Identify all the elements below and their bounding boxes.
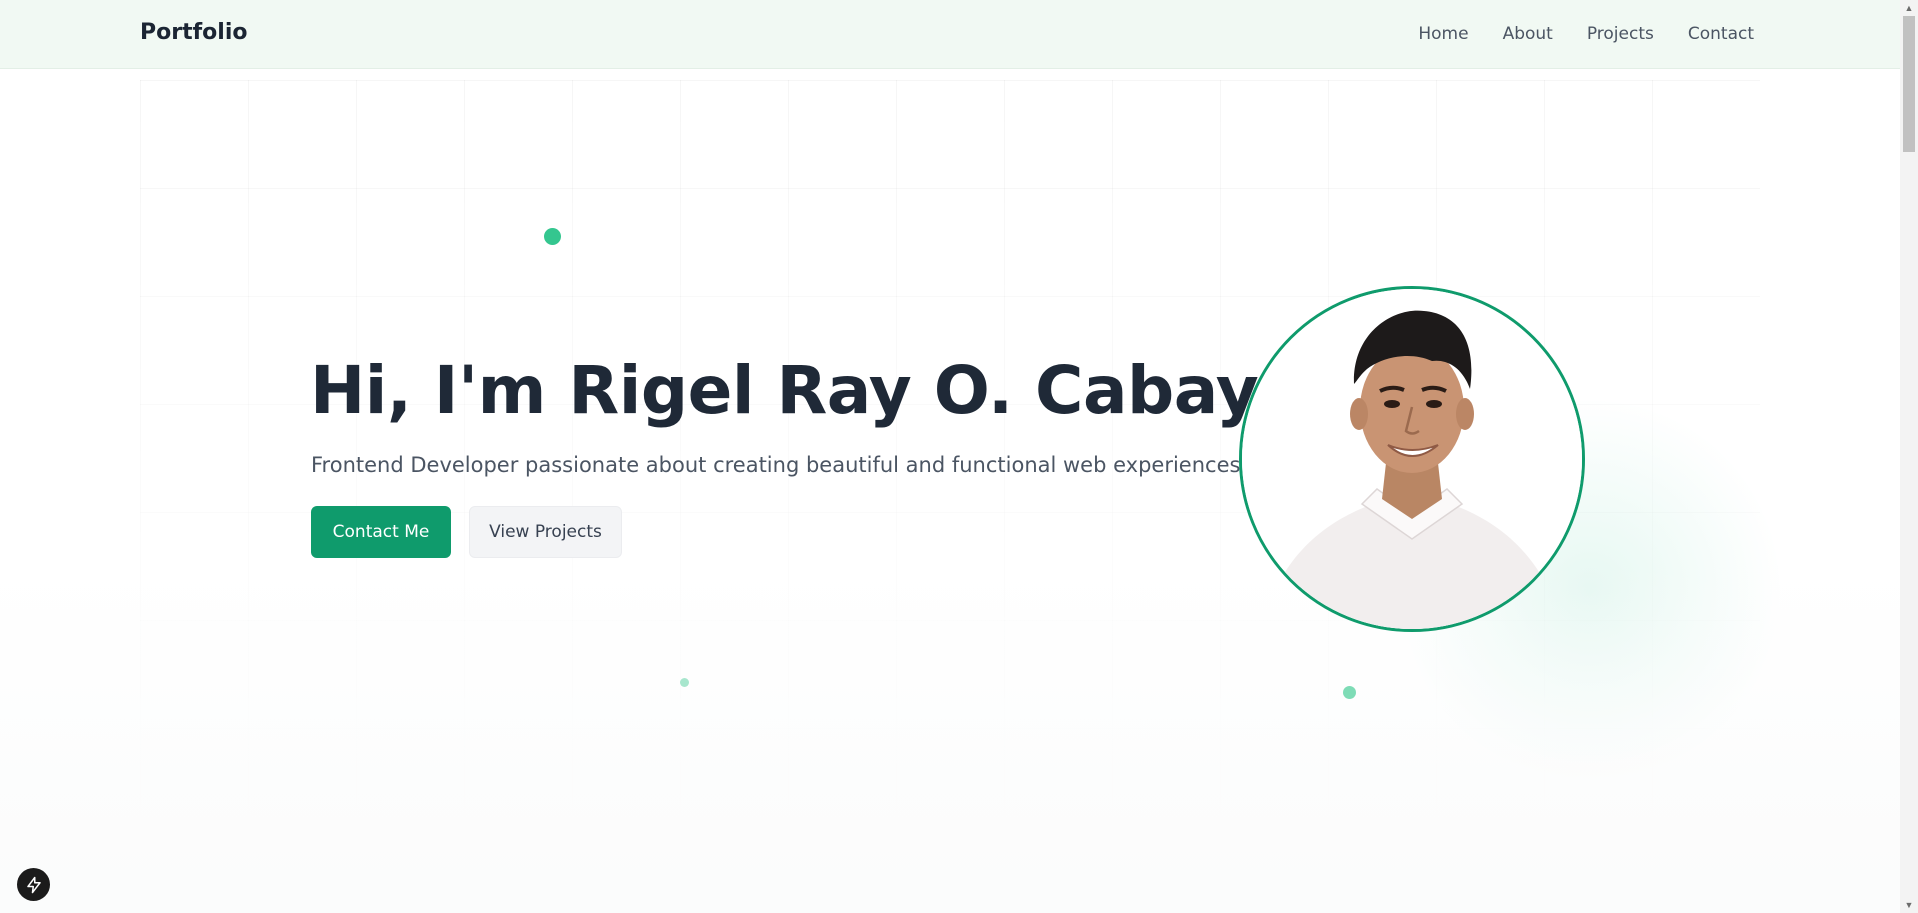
view-projects-button[interactable]: View Projects <box>469 506 622 558</box>
bolt-icon <box>26 876 41 893</box>
dev-tools-badge[interactable] <box>17 868 50 901</box>
site-header: Portfolio Home About Projects Contact <box>0 0 1900 69</box>
contact-me-button[interactable]: Contact Me <box>311 506 451 558</box>
hero-fade <box>0 560 1900 913</box>
hero-subtitle: Frontend Developer passionate about crea… <box>311 453 1241 477</box>
brand-logo[interactable]: Portfolio <box>140 20 248 45</box>
nav-contact-link[interactable]: Contact <box>1688 24 1754 44</box>
hero-title: Hi, I'm Rigel Ray O. Cabaya <box>310 352 1303 429</box>
nav-home-link[interactable]: Home <box>1418 24 1468 44</box>
scrollbar-thumb[interactable] <box>1903 16 1915 152</box>
profile-avatar <box>1239 286 1585 632</box>
scroll-down-arrow-icon[interactable]: ▼ <box>1903 899 1915 911</box>
decor-dot <box>1343 686 1356 699</box>
nav-projects-link[interactable]: Projects <box>1587 24 1654 44</box>
profile-photo <box>1242 289 1582 629</box>
nav-about-link[interactable]: About <box>1503 24 1553 44</box>
decor-dot <box>680 678 689 687</box>
decor-dot <box>544 228 561 245</box>
main-nav: Home About Projects Contact <box>1418 24 1754 44</box>
scroll-up-arrow-icon[interactable]: ▲ <box>1903 2 1915 14</box>
